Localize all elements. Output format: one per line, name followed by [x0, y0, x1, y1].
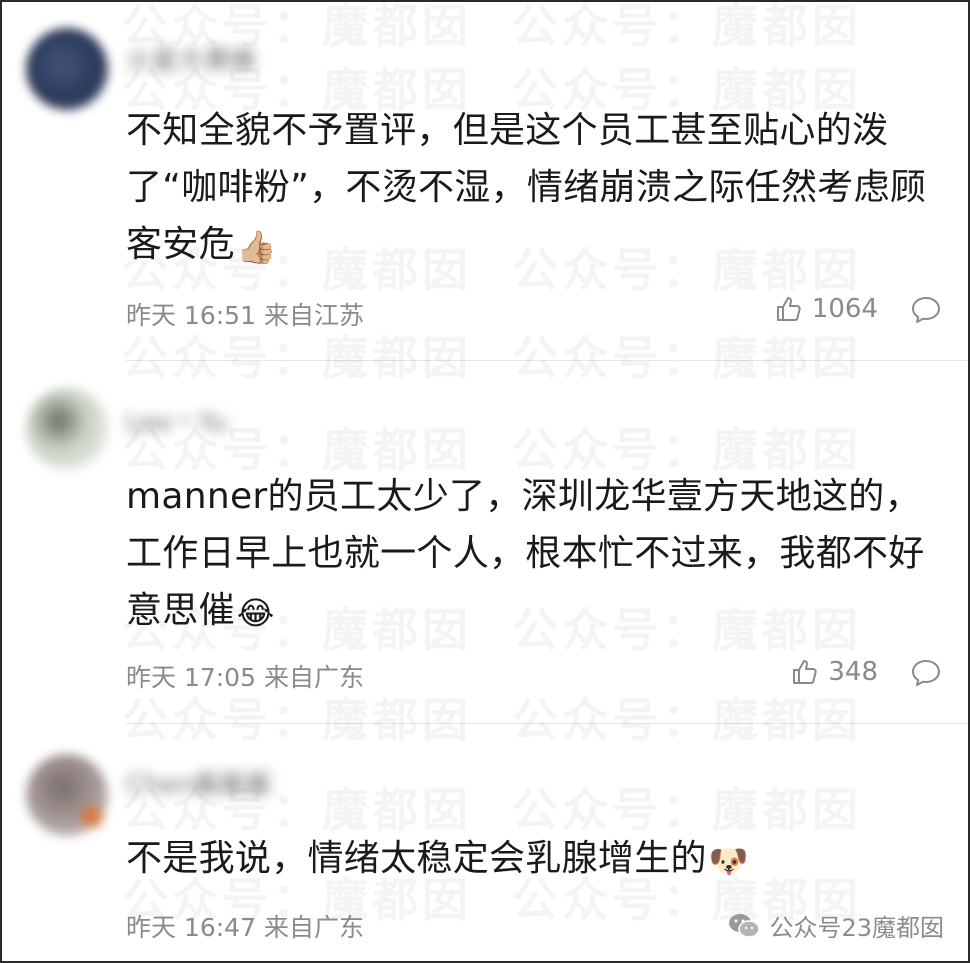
comment-text: 不知全貌不予置评，但是这个员工甚至贴心的泼了“咖啡粉”，不烫不湿，情绪崩溃之际任…	[126, 102, 956, 273]
thumbs-up-icon	[793, 660, 818, 684]
watermark-text: 公众号：魔都囡	[512, 322, 862, 388]
avatar[interactable]	[26, 754, 108, 836]
laughing-tears-emoji-icon: 😂	[236, 594, 275, 632]
thumbs-up-icon	[776, 297, 801, 321]
avatar[interactable]	[26, 28, 108, 110]
like-count: 1064	[811, 294, 878, 324]
doge-emoji-icon: 🐶	[708, 842, 749, 880]
like-button[interactable]: 1064	[774, 294, 878, 324]
like-count: 348	[828, 657, 878, 687]
divider	[126, 723, 968, 724]
comment-meta: 昨天 16:51 来自江苏	[126, 296, 364, 332]
comment-text: 不是我说，情绪太稳定会乳腺增生的🐶	[126, 830, 956, 887]
comment-text: manner的员工太少了，深圳龙华壹方天地这的，工作日早上也就一个人，根本忙不过…	[126, 468, 956, 639]
comment-meta: 昨天 16:47 来自广东	[126, 908, 364, 944]
avatar[interactable]	[26, 388, 108, 470]
comment-time: 昨天 17:05	[126, 663, 256, 692]
like-button[interactable]: 348	[790, 657, 878, 687]
comment-location: 来自广东	[264, 913, 365, 942]
comment-time: 昨天 16:47	[126, 913, 256, 942]
reply-icon[interactable]	[910, 657, 942, 689]
comment-location: 来自广东	[264, 663, 365, 692]
username[interactable]: 火星大黄蜂	[126, 40, 256, 77]
watermark-text: 公众号：魔都囡	[512, 684, 862, 750]
comment-meta: 昨天 17:05 来自广东	[126, 658, 364, 694]
reply-icon[interactable]	[910, 294, 942, 326]
comment-time: 昨天 16:51	[126, 301, 256, 330]
thumbs-up-emoji-icon: 👍🏼	[236, 228, 278, 266]
comment-body: 不是我说，情绪太稳定会乳腺增生的	[126, 838, 707, 879]
divider	[126, 360, 968, 361]
comment-location: 来自江苏	[264, 301, 365, 330]
comment-screenshot: 公众号：魔都囡 公众号：魔都囡 公众号：魔都囡 公众号：魔都囡 公众号：魔都囡 …	[0, 0, 970, 963]
wechat-icon	[729, 913, 761, 938]
account-name: 公众号23魔都囡	[769, 914, 944, 942]
account-watermark: 公众号23魔都囡	[727, 908, 944, 943]
watermark-text: 公众号：魔都囡	[512, 2, 862, 56]
username[interactable]: Chen酱酱酱	[126, 764, 271, 801]
username[interactable]: Leo丶Yu	[126, 402, 227, 439]
